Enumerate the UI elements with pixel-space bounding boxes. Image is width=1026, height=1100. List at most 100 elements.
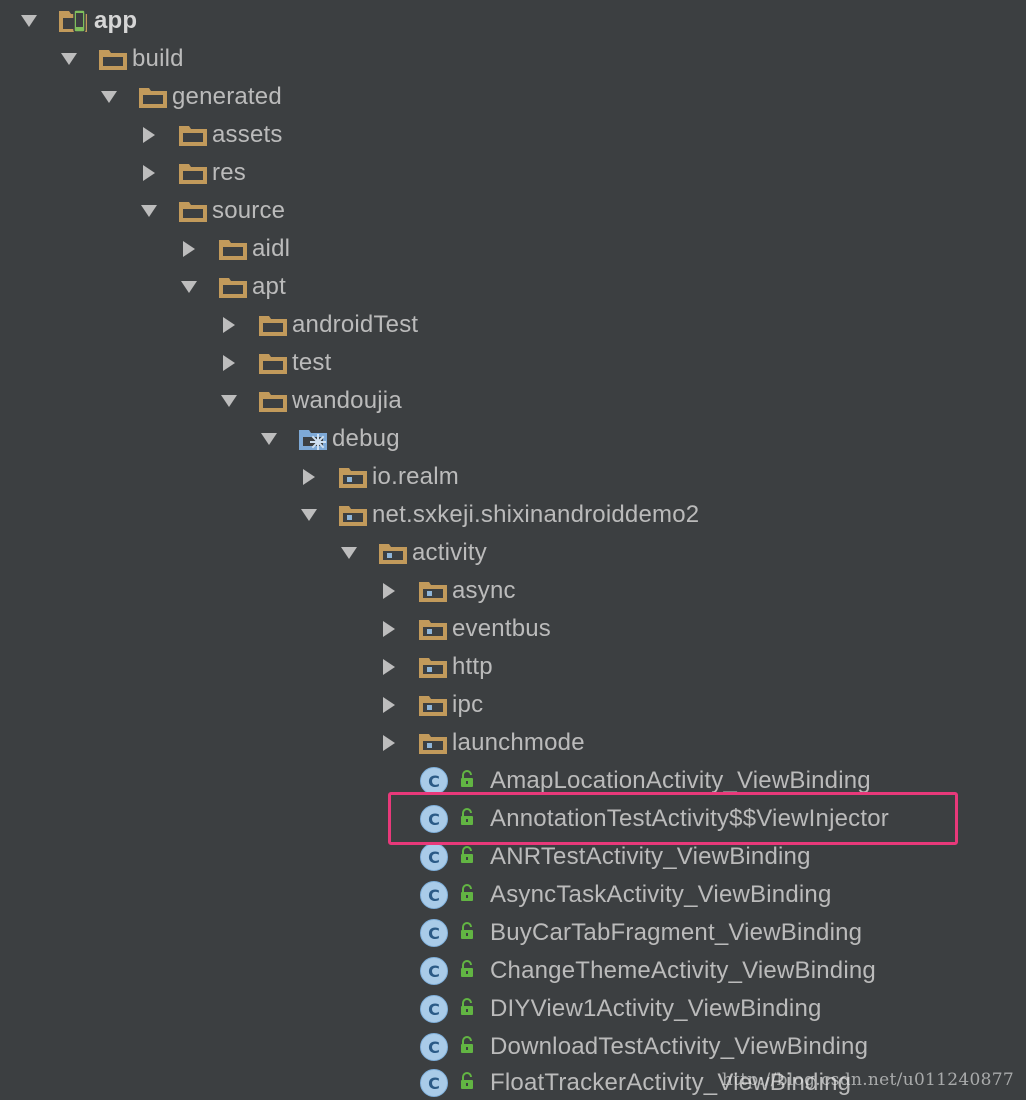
tree-item-io-realm[interactable]: io.realm (298, 458, 459, 496)
tree-item-class-highlighted[interactable]: C AnnotationTestActivity$$ViewInjector (420, 800, 889, 838)
tree-item-http[interactable]: http (378, 648, 493, 686)
collapsed-arrow-icon[interactable] (138, 124, 160, 146)
collapsed-arrow-icon[interactable] (378, 656, 400, 678)
expanded-arrow-icon[interactable] (18, 10, 40, 32)
tree-item-label: eventbus (452, 615, 552, 642)
tree-item-label: androidTest (292, 311, 419, 338)
tree-item-debug[interactable]: debug (258, 420, 400, 458)
tree-item-launchmode[interactable]: launchmode (378, 724, 585, 762)
folder-icon (138, 84, 168, 110)
package-folder-icon (418, 616, 448, 642)
tree-item-androidtest[interactable]: androidTest (218, 306, 418, 344)
tree-item-label: async (452, 577, 516, 604)
tree-item-label: launchmode (452, 729, 585, 756)
tree-item-class[interactable]: C DIYView1Activity_ViewBinding (420, 990, 822, 1028)
folder-icon (218, 236, 248, 262)
collapsed-arrow-icon[interactable] (138, 162, 160, 184)
tree-item-aidl[interactable]: aidl (178, 230, 290, 268)
module-icon (58, 7, 92, 35)
tree-item-label: wandoujia (292, 387, 402, 414)
collapsed-arrow-icon[interactable] (218, 314, 240, 336)
tree-item-label: debug (332, 425, 400, 452)
project-tree-panel: app build generated assets res source ai… (0, 0, 1026, 1100)
tree-item-source[interactable]: source (138, 192, 285, 230)
collapsed-arrow-icon[interactable] (218, 352, 240, 374)
expanded-arrow-icon[interactable] (178, 276, 200, 298)
tree-item-assets[interactable]: assets (138, 116, 283, 154)
lock-icon (458, 957, 476, 985)
tree-item-class[interactable]: C DownloadTestActivity_ViewBinding (420, 1028, 868, 1066)
folder-icon (218, 274, 248, 300)
tree-item-async[interactable]: async (378, 572, 516, 610)
tree-item-label: app (94, 7, 138, 34)
tree-item-label: http (452, 653, 493, 680)
collapsed-arrow-icon[interactable] (378, 732, 400, 754)
class-icon: C (420, 957, 448, 985)
folder-icon (178, 122, 208, 148)
tree-item-build[interactable]: build (58, 40, 184, 78)
collapsed-arrow-icon[interactable] (178, 238, 200, 260)
expanded-arrow-icon[interactable] (298, 504, 320, 526)
collapsed-arrow-icon[interactable] (298, 466, 320, 488)
expanded-arrow-icon[interactable] (338, 542, 360, 564)
tree-item-label: source (212, 197, 286, 224)
folder-icon (258, 312, 288, 338)
tree-item-label: test (292, 349, 332, 376)
watermark-text: http://blog.csdn.net/u011240877 (721, 1070, 1014, 1090)
expanded-arrow-icon[interactable] (258, 428, 280, 450)
package-folder-icon (338, 502, 368, 528)
tree-item-label: apt (252, 273, 286, 300)
package-folder-icon (418, 730, 448, 756)
tree-item-label: res (212, 159, 246, 186)
tree-item-res[interactable]: res (138, 154, 246, 192)
tree-item-class[interactable]: C ChangeThemeActivity_ViewBinding (420, 952, 876, 990)
tree-item-activity[interactable]: activity (338, 534, 487, 572)
collapsed-arrow-icon[interactable] (378, 694, 400, 716)
tree-item-class[interactable]: C BuyCarTabFragment_ViewBinding (420, 914, 862, 952)
tree-item-ipc[interactable]: ipc (378, 686, 483, 724)
tree-item-label: BuyCarTabFragment_ViewBinding (490, 919, 863, 946)
collapsed-arrow-icon[interactable] (378, 580, 400, 602)
tree-item-class[interactable]: C AsyncTaskActivity_ViewBinding (420, 876, 832, 914)
tree-item-app[interactable]: app (18, 2, 137, 40)
tree-item-label: aidl (252, 235, 291, 262)
expanded-arrow-icon[interactable] (138, 200, 160, 222)
lock-icon (458, 1069, 476, 1097)
tree-item-class[interactable]: C ANRTestActivity_ViewBinding (420, 838, 811, 876)
class-icon: C (420, 767, 448, 795)
tree-item-label: activity (412, 539, 487, 566)
tree-item-apt[interactable]: apt (178, 268, 286, 306)
tree-item-eventbus[interactable]: eventbus (378, 610, 551, 648)
expanded-arrow-icon[interactable] (98, 86, 120, 108)
package-folder-icon (338, 464, 368, 490)
tree-item-label: AmapLocationActivity_ViewBinding (490, 767, 871, 794)
package-folder-icon (418, 578, 448, 604)
lock-icon (458, 767, 476, 795)
collapsed-arrow-icon[interactable] (378, 618, 400, 640)
class-icon: C (420, 919, 448, 947)
expanded-arrow-icon[interactable] (58, 48, 80, 70)
tree-item-wandoujia[interactable]: wandoujia (218, 382, 402, 420)
tree-item-label: ipc (452, 691, 484, 718)
tree-item-label: build (132, 45, 184, 72)
tree-item-class[interactable]: C AmapLocationActivity_ViewBinding (420, 762, 871, 800)
tree-item-label: io.realm (372, 463, 459, 490)
folder-icon (178, 160, 208, 186)
tree-item-generated[interactable]: generated (98, 78, 282, 116)
lock-icon (458, 805, 476, 833)
class-icon: C (420, 881, 448, 909)
tree-item-label: ChangeThemeActivity_ViewBinding (490, 957, 876, 984)
class-icon: C (420, 995, 448, 1023)
package-folder-icon (418, 692, 448, 718)
class-icon: C (420, 843, 448, 871)
package-folder-icon (418, 654, 448, 680)
source-root-folder-icon (298, 426, 328, 452)
tree-item-label: net.sxkeji.shixinandroiddemo2 (372, 501, 700, 528)
tree-item-net-sxkeji[interactable]: net.sxkeji.shixinandroiddemo2 (298, 496, 699, 534)
expanded-arrow-icon[interactable] (218, 390, 240, 412)
tree-item-label: DownloadTestActivity_ViewBinding (490, 1033, 869, 1060)
tree-item-test[interactable]: test (218, 344, 331, 382)
tree-item-label: generated (172, 83, 282, 110)
folder-icon (178, 198, 208, 224)
tree-item-label: AsyncTaskActivity_ViewBinding (490, 881, 832, 908)
